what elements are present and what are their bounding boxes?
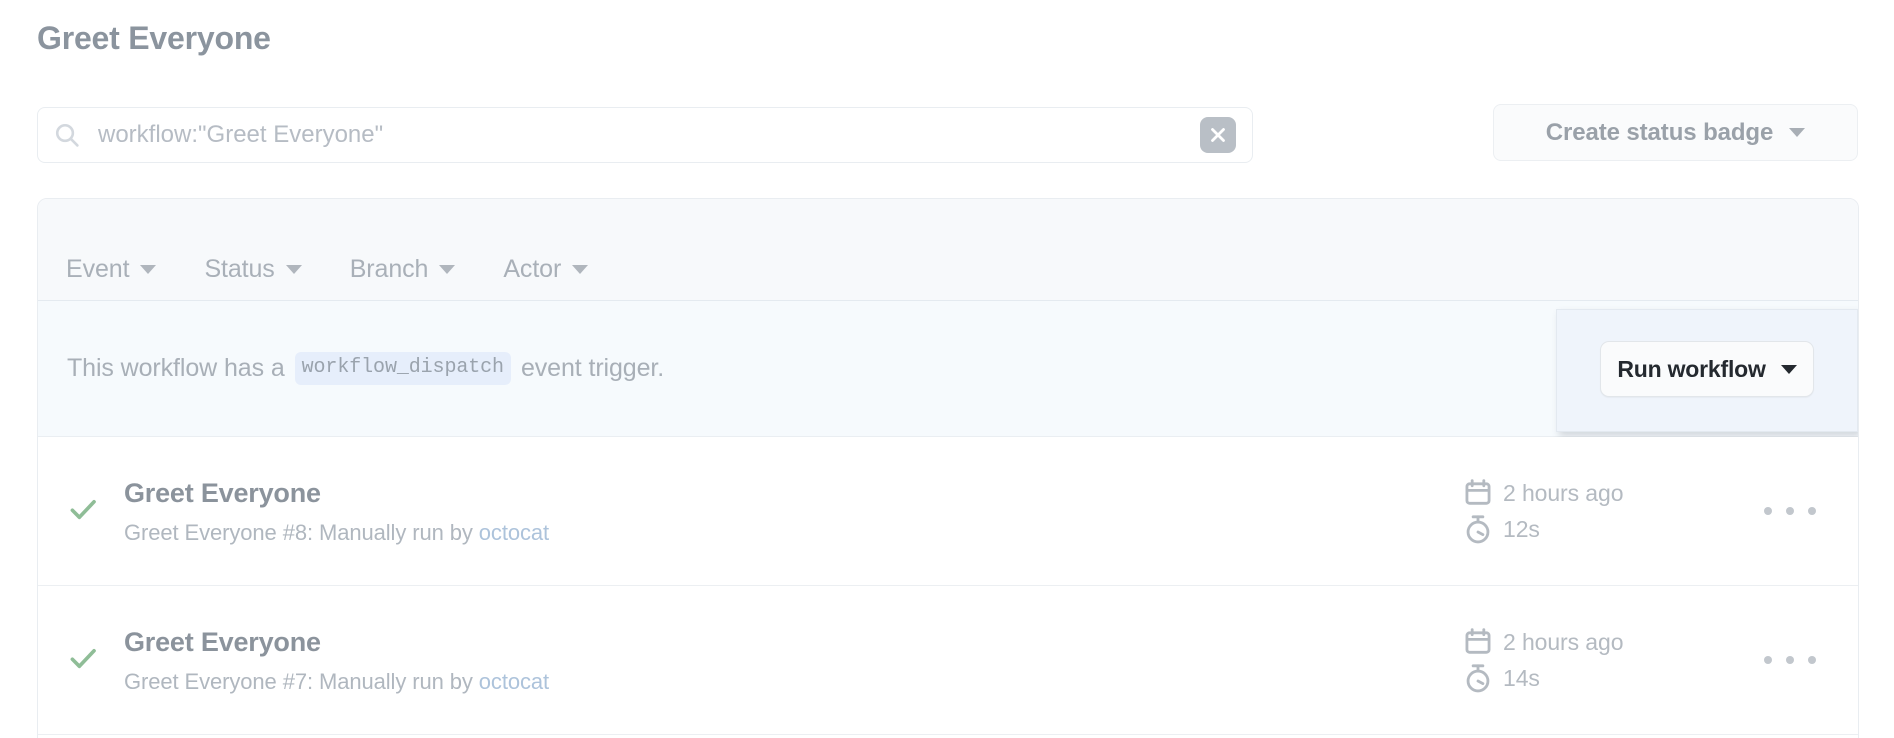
table-row[interactable]: Greet Everyone Greet Everyone #7: Manual… [38, 586, 1858, 735]
search-icon [54, 122, 80, 148]
chevron-down-icon [439, 265, 456, 274]
filter-branch[interactable]: Branch [350, 255, 456, 284]
workflow-dispatch-banner: This workflow has a workflow_dispatch ev… [38, 301, 1858, 437]
run-duration-label: 14s [1503, 664, 1540, 691]
run-time: 2 hours ago [1463, 624, 1723, 660]
filter-status-label: Status [204, 255, 275, 283]
run-time-label: 2 hours ago [1503, 479, 1624, 506]
chevron-down-icon [1780, 364, 1797, 374]
run-duration: 12s [1463, 511, 1723, 547]
dispatch-text-before: This workflow has a [67, 354, 285, 382]
run-workflow-button[interactable]: Run workflow [1600, 341, 1814, 397]
run-time: 2 hours ago [1463, 475, 1723, 511]
calendar-icon [1463, 478, 1493, 508]
run-duration-label: 12s [1503, 515, 1540, 542]
filter-branch-label: Branch [349, 255, 429, 283]
search-input[interactable]: workflow:"Greet Everyone" [37, 107, 1253, 163]
run-meta: 2 hours ago 14s [1463, 624, 1723, 696]
chevron-down-icon [285, 265, 302, 274]
run-subtitle-text: Greet Everyone #7: Manually run by [124, 668, 479, 694]
page-title: Greet Everyone [37, 20, 271, 56]
filter-status[interactable]: Status [204, 255, 302, 284]
filter-actor-label: Actor [503, 255, 562, 283]
clear-search-button[interactable] [1200, 117, 1236, 153]
run-actor[interactable]: octocat [479, 669, 549, 694]
workflow-runs-panel: Event Status Branch Actor This workflow … [37, 198, 1859, 738]
stopwatch-icon [1463, 663, 1493, 693]
run-actor[interactable]: octocat [479, 520, 549, 545]
filter-bar: Event Status Branch Actor [38, 199, 1858, 301]
dispatch-banner-text: This workflow has a workflow_dispatch ev… [67, 352, 664, 385]
run-subtitle-text: Greet Everyone #8: Manually run by [124, 519, 479, 545]
search-value: workflow:"Greet Everyone" [98, 121, 384, 148]
kebab-icon[interactable] [1764, 644, 1816, 676]
chevron-down-icon [572, 265, 589, 274]
filter-actor[interactable]: Actor [503, 255, 589, 284]
create-status-badge-label: Create status badge [1545, 118, 1774, 146]
run-time-label: 2 hours ago [1503, 628, 1624, 655]
filter-event[interactable]: Event [66, 255, 157, 284]
chevron-down-icon [140, 265, 157, 274]
check-icon [66, 641, 100, 675]
workflow-runs-page: Greet Everyone workflow:"Greet Everyone"… [0, 0, 1894, 738]
check-icon [66, 492, 100, 526]
workflow-dispatch-code: workflow_dispatch [294, 352, 511, 385]
filter-event-label: Event [66, 255, 130, 283]
run-workflow-label: Run workflow [1617, 355, 1766, 382]
run-duration: 14s [1463, 660, 1723, 696]
stopwatch-icon [1463, 514, 1493, 544]
run-workflow-highlight-overlay: Run workflow [1556, 309, 1858, 432]
run-meta: 2 hours ago 12s [1463, 475, 1723, 547]
kebab-icon[interactable] [1764, 495, 1816, 527]
dispatch-text-after: event trigger. [520, 354, 665, 382]
table-row[interactable]: Greet Everyone Greet Everyone #8: Manual… [38, 437, 1858, 586]
chevron-down-icon [1789, 128, 1806, 137]
create-status-badge-button[interactable]: Create status badge [1493, 104, 1858, 161]
calendar-icon [1463, 627, 1493, 657]
